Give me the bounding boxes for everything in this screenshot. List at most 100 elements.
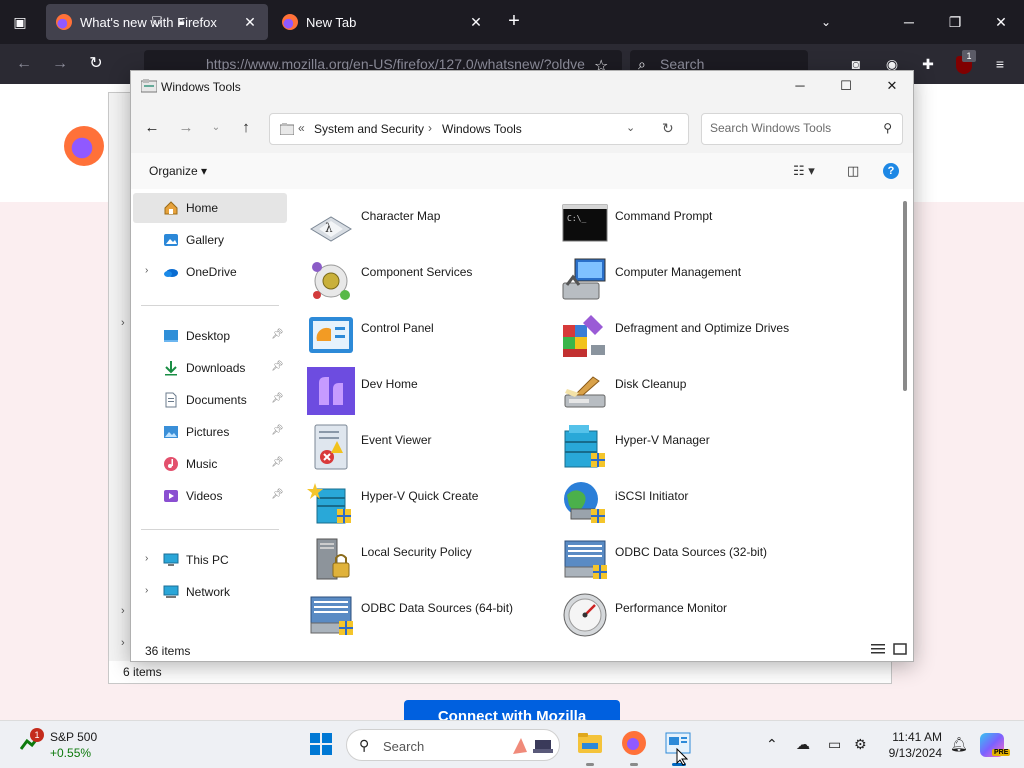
nav-item-onedrive[interactable]: › OneDrive — [133, 257, 287, 287]
expand-chevron-icon[interactable]: › — [145, 265, 148, 276]
firefox-view-icon[interactable]: ▣ — [8, 10, 32, 34]
breadcrumb-separator-icon[interactable]: › — [428, 121, 432, 135]
background-status-count: 6 items — [123, 665, 162, 679]
search-input[interactable] — [710, 121, 870, 135]
clock-date[interactable]: 9/13/2024 — [886, 746, 942, 760]
pin-icon[interactable]: 📌︎ — [271, 393, 284, 404]
breadcrumb-windows-tools[interactable]: Windows Tools — [442, 122, 522, 136]
stock-name[interactable]: S&P 500 — [50, 730, 97, 744]
dev-home-icon — [307, 367, 355, 415]
pin-icon[interactable]: 📌︎ — [271, 457, 284, 468]
reload-icon[interactable]: ↻ — [84, 52, 108, 76]
list-all-tabs-icon[interactable]: ⌄ — [814, 10, 838, 34]
pin-icon[interactable]: 📌︎ — [271, 329, 284, 340]
maximize-icon[interactable]: ☐ — [823, 71, 869, 101]
tool-iscsi-initiator[interactable]: iSCSI Initiator — [545, 475, 795, 527]
nav-item-documents[interactable]: Documents 📌︎ — [133, 385, 287, 415]
nav-item-pictures[interactable]: Pictures 📌︎ — [133, 417, 287, 447]
pin-icon[interactable]: 📌︎ — [271, 489, 284, 500]
pin-icon[interactable]: 📌︎ — [271, 361, 284, 372]
view-options-icon[interactable]: ☷ ▾ — [793, 163, 815, 179]
forward-icon[interactable]: → — [177, 119, 195, 137]
firefox-taskbar-icon[interactable] — [620, 729, 648, 757]
tool-control-panel[interactable]: Control Panel — [291, 307, 541, 359]
vertical-scrollbar[interactable] — [903, 201, 907, 391]
tool-character-map[interactable]: λ Character Map — [291, 195, 541, 247]
extensions-icon[interactable]: ✚ — [918, 54, 938, 74]
new-tab-icon[interactable]: + — [502, 10, 526, 34]
refresh-icon[interactable]: ↻ — [662, 120, 674, 137]
organize-button[interactable]: Organize ▾ — [149, 164, 207, 178]
tool-local-security-policy[interactable]: Local Security Policy — [291, 531, 541, 583]
nav-item-videos[interactable]: Videos 📌︎ — [133, 481, 287, 511]
tool-hyper-v-quick-create[interactable]: Hyper-V Quick Create — [291, 475, 541, 527]
nav-item-desktop[interactable]: Desktop 📌︎ — [133, 321, 287, 351]
tab-new-tab[interactable]: New Tab ✕ — [272, 4, 494, 40]
menu-icon[interactable]: ≡ — [990, 54, 1010, 74]
pictures-icon — [164, 426, 178, 438]
nav-item-network[interactable]: › Network — [133, 577, 287, 607]
large-icons-view-icon[interactable] — [893, 643, 907, 655]
close-window-icon[interactable]: ✕ — [978, 6, 1024, 38]
details-view-icon[interactable] — [871, 643, 885, 655]
notification-bell-icon[interactable]: 🔔︎ — [950, 736, 968, 753]
minimize-icon[interactable]: ─ — [777, 71, 823, 101]
tool-computer-management[interactable]: Computer Management — [545, 251, 795, 303]
tool-disk-cleanup[interactable]: Disk Cleanup — [545, 363, 795, 415]
help-icon[interactable]: ? — [883, 163, 899, 179]
tool-dev-home[interactable]: Dev Home — [291, 363, 541, 415]
show-hidden-icons-icon[interactable]: ⌃ — [766, 736, 778, 753]
tracking-shield-icon[interactable]: ⛉ — [152, 14, 162, 30]
extension-badge: 1 — [962, 50, 976, 62]
tool-component-services[interactable]: Component Services — [291, 251, 541, 303]
nav-item-downloads[interactable]: Downloads 📌︎ — [133, 353, 287, 383]
taskbar-search-box[interactable]: ⚲ Search — [346, 729, 560, 761]
clock-time[interactable]: 11:41 AM — [888, 730, 942, 744]
taskbar-search-label: Search — [383, 739, 425, 754]
network-volume-icon[interactable]: ⚙ — [854, 736, 867, 753]
close-tab-icon[interactable]: ✕ — [468, 14, 484, 31]
documents-icon — [165, 392, 177, 408]
lock-icon[interactable]: 🔒︎ — [178, 14, 184, 29]
firefox-logo-icon — [64, 126, 104, 166]
tool-command-prompt[interactable]: C:\_ Command Prompt — [545, 195, 795, 247]
restore-icon[interactable]: ❐ — [932, 6, 978, 38]
back-icon[interactable]: ← — [12, 52, 36, 76]
search-box[interactable]: ⚲ — [701, 113, 903, 145]
performance-monitor-icon — [563, 593, 607, 637]
close-tab-icon[interactable]: ✕ — [242, 14, 258, 31]
display-icon[interactable]: ▭ — [828, 736, 841, 753]
address-bar[interactable]: « System and Security › Windows Tools ⌄ … — [269, 113, 689, 145]
network-icon — [163, 585, 179, 598]
tool-defragment[interactable]: Defragment and Optimize Drives — [545, 307, 795, 359]
forward-icon[interactable]: → — [48, 52, 72, 76]
back-icon[interactable]: ← — [143, 119, 161, 137]
onedrive-offline-icon[interactable]: ☁ — [796, 736, 810, 753]
tool-event-viewer[interactable]: Event Viewer — [291, 419, 541, 471]
preview-pane-icon[interactable]: ◫ — [847, 163, 859, 179]
file-explorer-icon[interactable] — [576, 729, 604, 757]
recent-locations-icon[interactable]: ⌄ — [207, 119, 225, 137]
nav-item-gallery[interactable]: Gallery — [133, 225, 287, 255]
chevron-down-icon[interactable]: ⌄ — [626, 121, 635, 134]
gallery-icon — [164, 234, 178, 246]
nav-item-this-pc[interactable]: › This PC — [133, 545, 287, 575]
pin-icon[interactable]: 📌︎ — [271, 425, 284, 436]
breadcrumb-system-security[interactable]: System and Security — [314, 122, 424, 136]
tool-odbc-64[interactable]: ODBC Data Sources (64-bit) — [291, 587, 541, 639]
close-icon[interactable]: ✕ — [869, 71, 915, 101]
nav-item-music[interactable]: Music 📌︎ — [133, 449, 287, 479]
up-icon[interactable]: ↑ — [237, 119, 255, 137]
stock-change[interactable]: +0.55% — [50, 746, 91, 760]
tool-performance-monitor[interactable]: Performance Monitor — [545, 587, 795, 639]
nav-item-home[interactable]: Home — [133, 193, 287, 223]
tool-odbc-32[interactable]: ODBC Data Sources (32-bit) — [545, 531, 795, 583]
overflow-chevron-icon[interactable]: « — [298, 121, 305, 135]
expand-chevron-icon[interactable]: › — [145, 553, 148, 564]
local-security-policy-icon — [316, 538, 350, 580]
windows-tools-icon — [280, 123, 294, 135]
expand-chevron-icon[interactable]: › — [145, 585, 148, 596]
minimize-icon[interactable]: ─ — [886, 6, 932, 38]
tool-hyper-v-manager[interactable]: Hyper-V Manager — [545, 419, 795, 471]
start-windows-icon[interactable] — [310, 733, 332, 755]
